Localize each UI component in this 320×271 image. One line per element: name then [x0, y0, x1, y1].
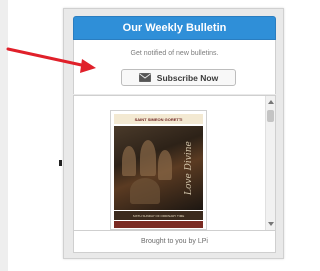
bulletin-cover[interactable]: SAINT SIMEON GORETTI Love Divine SIXTH S…: [110, 110, 207, 230]
widget-subtitle: Get notified of new bulletins.: [130, 50, 219, 57]
scroll-up-arrow-icon[interactable]: [268, 100, 274, 104]
page-edge-mark: [59, 160, 62, 166]
bulletin-widget: Our Weekly Bulletin Get notified of new …: [63, 8, 284, 259]
cover-figure: [158, 150, 172, 180]
page-edge: [0, 0, 8, 271]
cover-script-title: Love Divine: [184, 141, 194, 195]
subscribe-button-label: Subscribe Now: [156, 72, 219, 83]
scroll-thumb[interactable]: [267, 110, 274, 122]
subscribe-button[interactable]: Subscribe Now: [121, 69, 236, 86]
cover-footer-strip: [114, 221, 203, 228]
parish-name: SAINT SIMEON GORETTI: [114, 114, 203, 124]
scroll-down-arrow-icon[interactable]: [268, 222, 274, 226]
envelope-icon: [138, 73, 151, 82]
widget-footer: Brought to you by LPi: [73, 231, 276, 253]
bulletin-viewer[interactable]: SAINT SIMEON GORETTI Love Divine SIXTH S…: [73, 95, 276, 231]
page-background: [0, 0, 64, 271]
cover-figure: [140, 140, 156, 176]
widget-title: Our Weekly Bulletin: [73, 16, 276, 40]
cover-figure: [122, 146, 136, 176]
subscribe-panel: Get notified of new bulletins. Subscribe…: [73, 40, 276, 94]
cover-figure: [130, 178, 160, 204]
cover-band: SIXTH SUNDAY OF ORDINARY TIME: [114, 211, 203, 220]
scrollbar[interactable]: [265, 96, 275, 230]
